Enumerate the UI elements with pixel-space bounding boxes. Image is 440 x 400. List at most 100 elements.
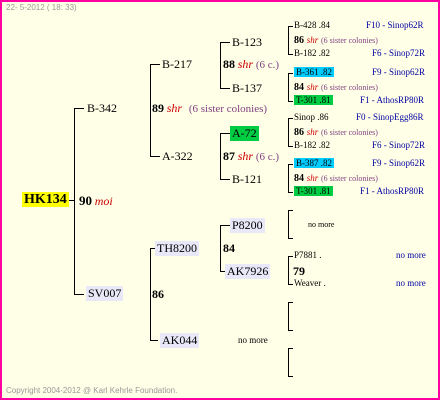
connector (220, 179, 230, 180)
gen4-year: .86 (317, 112, 329, 122)
gen4-nomore: no more (396, 250, 426, 260)
gen4-pedigree: F6 - Sinop72R (372, 48, 426, 58)
gen4-row: B-182 .82 (294, 48, 330, 58)
gen4-year: . (323, 278, 326, 288)
root-info: 90 moi (79, 193, 113, 209)
p8200-nomore: no more (308, 220, 335, 229)
gen2-ff-colonies: (6 c.) (255, 59, 280, 71)
gen4-pedigree: F9 - Sinop62R (372, 67, 426, 77)
connector (288, 302, 293, 303)
gen4-colonies: (6 sister colonies) (321, 174, 378, 183)
gen4-row: Weaver . (294, 278, 326, 288)
connector (150, 64, 151, 156)
connector (220, 225, 221, 271)
copyright: Copyright 2004-2012 @ Karl Kehrle Founda… (6, 386, 178, 395)
gen4-row: B-428 .84 (294, 20, 330, 30)
gen4-row: B-387 .82 (294, 158, 334, 168)
gen4-origin: shr (306, 173, 319, 183)
gen3-mfm-year: 79 (293, 264, 305, 278)
gen4-row: B-361 .82 (294, 67, 334, 77)
connector (288, 210, 289, 238)
gen4-id[interactable]: T-301 (296, 95, 317, 105)
gen4-pedigree: F10 - Sinop62R (366, 20, 424, 30)
gen4-row: 86 shr (6 sister colonies) (294, 34, 378, 46)
gen1-mother-id[interactable]: SV007 (86, 286, 124, 301)
connector (288, 238, 293, 239)
connector (288, 118, 293, 119)
gen4-origin: shr (306, 127, 319, 137)
gen4-id[interactable]: Sinop (294, 112, 315, 122)
gen4-colonies: (6 sister colonies) (321, 36, 378, 45)
gen2-ff-id[interactable]: B-217 (162, 57, 192, 72)
gen4-colonies: (6 sister colonies) (321, 128, 378, 137)
gen4-year: .81 (319, 95, 331, 105)
gen4-id[interactable]: B-182 (294, 48, 317, 58)
gen1-mother-year: 86 (152, 287, 164, 301)
connector (150, 248, 151, 340)
gen2-ff-origin: shr (237, 57, 254, 71)
gen4-colonies: (6 sister colonies) (321, 83, 378, 92)
gen4-nomore: no more (396, 278, 426, 288)
connector (288, 164, 293, 165)
connector (220, 88, 230, 89)
gen3-mfm-id[interactable]: AK7926 (225, 264, 271, 279)
gen2-fm-year: 87 (223, 149, 235, 163)
gen2-fm-origin: shr (237, 149, 254, 163)
gen3-fmf-id[interactable]: A-72 (230, 126, 259, 141)
connector (288, 348, 293, 349)
gen4-year: . (319, 250, 322, 260)
gen4-row: B-182 .82 (294, 140, 330, 150)
gen3-fff-id[interactable]: B-123 (232, 35, 262, 50)
gen4-origin: shr (306, 82, 319, 92)
gen4-year: .82 (320, 158, 332, 168)
connector (220, 42, 221, 88)
connector (288, 118, 289, 146)
root-id[interactable]: HK134 (22, 192, 69, 207)
gen4-pedigree: F6 - Sinop72R (372, 140, 426, 150)
gen4-pedigree: F1 - AthosRP80R (360, 95, 425, 105)
root-origin: moi (94, 194, 113, 208)
gen4-id[interactable]: B-387 (296, 158, 319, 168)
gen2-mf-id[interactable]: TH8200 (155, 241, 199, 256)
root-queen[interactable]: HK134 (22, 192, 69, 208)
connector (288, 256, 293, 257)
gen4-row: 86 shr (6 sister colonies) (294, 126, 378, 138)
connector (220, 133, 221, 179)
connector (288, 54, 293, 55)
connector (150, 156, 160, 157)
gen4-id[interactable]: Weaver (294, 278, 321, 288)
gen3-mff-id[interactable]: P8200 (230, 218, 265, 233)
gen3-fmm-id[interactable]: B-121 (232, 172, 262, 187)
gen1-father-id[interactable]: B-342 (87, 101, 117, 116)
gen4-id[interactable]: T-301 (296, 186, 317, 196)
gen4-row: 84 shr (6 sister colonies) (294, 81, 378, 93)
gen2-fm-info: 87 shr (6 c.) (223, 149, 279, 164)
gen2-mm-id[interactable]: AK044 (160, 333, 200, 348)
gen1-father-colonies: (6 sister colonies) (188, 103, 268, 115)
gen4-id[interactable]: B-182 (294, 140, 317, 150)
connector (74, 294, 84, 295)
connector (220, 225, 230, 226)
pedigree-frame: 22- 5-2012 ( 18: 33) HK134 90 moi B-342 … (0, 0, 440, 400)
connector (288, 302, 289, 330)
gen4-id[interactable]: B-361 (296, 67, 319, 77)
connector (288, 256, 289, 284)
gen2-fm-id[interactable]: A-322 (162, 149, 193, 164)
gen4-year: .81 (319, 186, 331, 196)
gen4-row: T-301 .81 (294, 95, 333, 105)
connector (288, 101, 293, 102)
gen4-year: 84 (294, 173, 304, 184)
gen4-year: 86 (294, 35, 304, 46)
connector (220, 42, 230, 43)
gen4-id[interactable]: P7881 (294, 250, 317, 260)
connector (74, 108, 75, 294)
gen4-id[interactable]: B-428 (294, 20, 317, 30)
connector (288, 73, 289, 101)
gen3-ffm-id[interactable]: B-137 (232, 81, 262, 96)
gen4-year: .82 (320, 67, 332, 77)
gen4-origin: shr (306, 35, 319, 45)
connector (288, 26, 293, 27)
gen2-fm-colonies: (6 c.) (255, 151, 280, 163)
gen4-year: .82 (318, 140, 330, 150)
gen2-mf-year: 84 (223, 241, 235, 255)
